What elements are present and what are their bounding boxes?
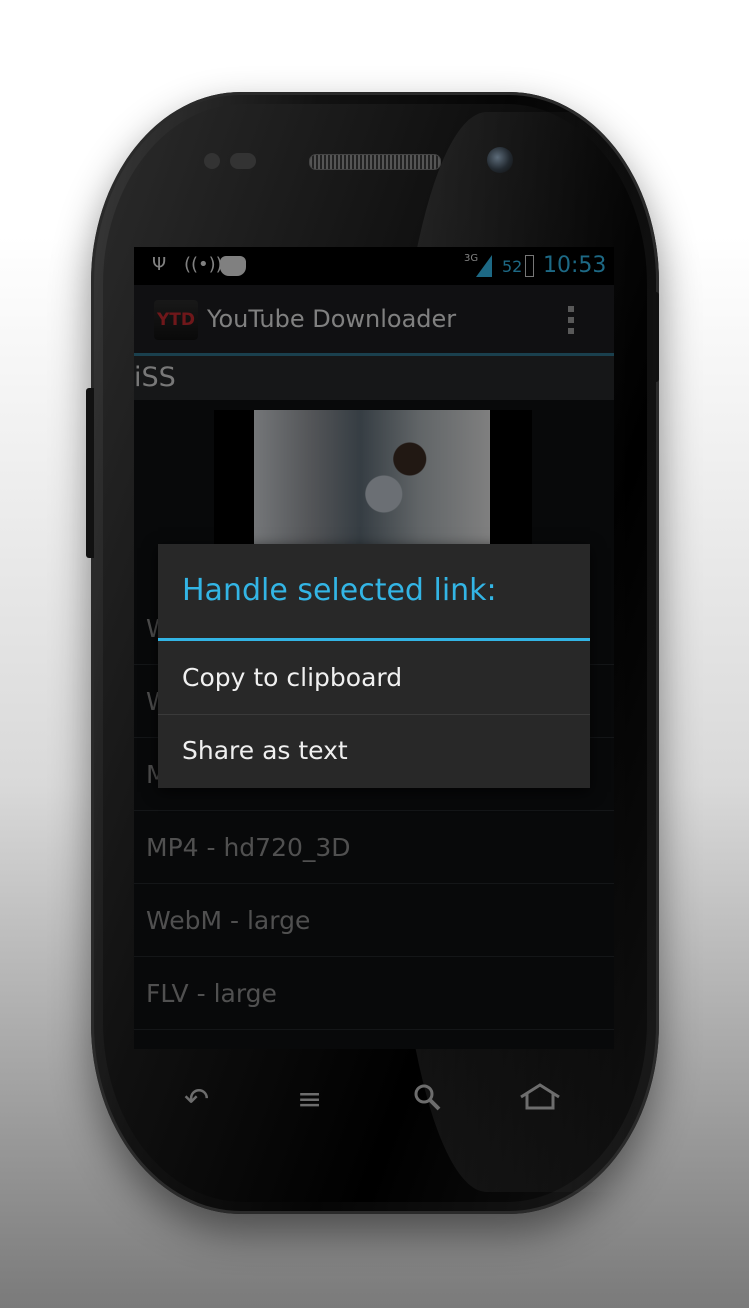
share-as-text-option[interactable]: Share as text — [158, 715, 590, 787]
back-icon[interactable]: ↶ — [184, 1082, 209, 1117]
search-icon[interactable] — [412, 1082, 442, 1112]
volume-button — [86, 388, 94, 558]
dialog-item-label: Share as text — [182, 736, 348, 765]
earpiece-speaker — [309, 154, 441, 170]
handle-link-dialog: Handle selected link: Copy to clipboard … — [158, 544, 590, 788]
light-sensor — [230, 153, 256, 169]
dialog-divider — [158, 638, 590, 641]
dialog-title: Handle selected link: — [182, 573, 497, 608]
screen: Ψ ((•)) 3G 52 10:53 YTD YouTube Download… — [134, 247, 614, 1049]
copy-to-clipboard-option[interactable]: Copy to clipboard — [158, 642, 590, 715]
home-icon[interactable] — [518, 1082, 562, 1112]
front-camera — [487, 147, 513, 173]
menu-icon[interactable]: ≡ — [297, 1082, 322, 1117]
proximity-sensor — [204, 153, 220, 169]
navigation-bar: ↶ ≡ — [134, 1064, 614, 1144]
power-button — [653, 292, 659, 382]
dialog-item-label: Copy to clipboard — [182, 663, 403, 692]
